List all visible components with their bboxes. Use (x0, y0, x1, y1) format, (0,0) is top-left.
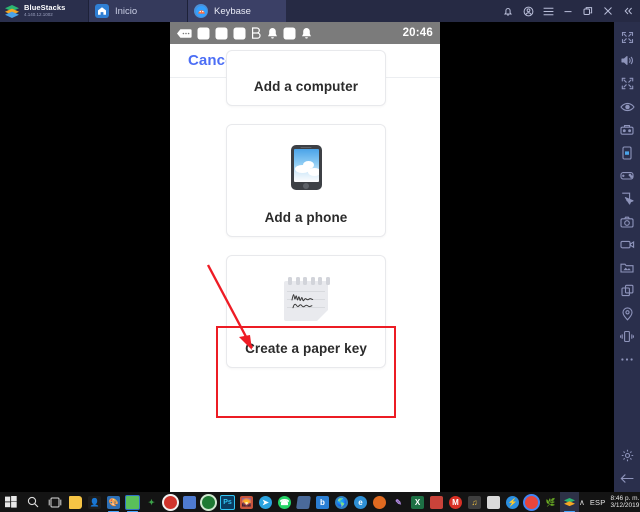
chat-icon[interactable] (180, 492, 199, 512)
connect-icon[interactable]: ✦ (142, 492, 161, 512)
shake-icon[interactable] (614, 325, 640, 348)
android-screen: 20:46 Cancel Add a computer Add a phone … (170, 22, 440, 492)
app-icon (197, 27, 210, 40)
language-indicator[interactable]: ESP (590, 498, 606, 507)
keymapping-icon[interactable] (614, 118, 640, 141)
adblock-icon[interactable] (199, 492, 218, 512)
flash-icon[interactable]: ⚡ (503, 492, 522, 512)
taskbar-apps: 👤 🎨 ✦ Ps 🌄 ➤ ☎ b 🌎 e ✎ X M ♫ ⚡ 🌿 (66, 492, 579, 512)
contacts-icon[interactable]: 👤 (85, 492, 104, 512)
bluestacks-brand: BlueStacks 4.140.12.1002 (0, 0, 88, 22)
plant-icon[interactable]: 🌿 (541, 492, 560, 512)
gamepad-icon[interactable] (614, 164, 640, 187)
media-player-icon[interactable]: ♫ (465, 492, 484, 512)
multi-instance-icon[interactable] (614, 279, 640, 302)
screen: BlueStacks 4.140.12.1002 Inicio Keybase (0, 0, 640, 512)
gmail-icon[interactable]: M (446, 492, 465, 512)
paint-icon[interactable]: 🎨 (104, 492, 123, 512)
task-view-icon[interactable] (44, 492, 66, 512)
tab-keybase-label: Keybase (214, 5, 251, 17)
bluestacks-titlebar: BlueStacks 4.140.12.1002 Inicio Keybase (0, 0, 640, 22)
device-icon[interactable] (614, 141, 640, 164)
tab-keybase[interactable]: Keybase (187, 0, 286, 22)
clock-date: 3/12/2019 (610, 502, 640, 509)
video-record-icon[interactable] (614, 233, 640, 256)
keybase-icon (194, 4, 208, 18)
paper-notepad-icon (284, 256, 330, 341)
bluestacks-icon[interactable] (560, 492, 579, 512)
taskbar-clock[interactable]: 8:46 p. m. 3/12/2019 (610, 495, 639, 510)
browser-b-icon[interactable]: b (313, 492, 332, 512)
titlebar-spacer (286, 0, 498, 22)
photoshop-icon[interactable]: Ps (218, 492, 237, 512)
close-button[interactable] (598, 0, 618, 22)
bell-icon (267, 27, 278, 40)
collapse-sidebar-button[interactable] (618, 0, 638, 22)
bluestacks-brand-name: BlueStacks (24, 3, 66, 13)
card-create-a-paper-key[interactable]: Create a paper key (226, 255, 386, 368)
tab-inicio[interactable]: Inicio (88, 0, 187, 22)
tray-expand-icon[interactable]: ∧ (579, 498, 585, 507)
account-icon[interactable] (518, 0, 538, 22)
status-bar-clock: 20:46 (402, 27, 433, 39)
folder-green-icon[interactable] (123, 492, 142, 512)
bluestacks-version: 4.140.12.1002 (24, 12, 53, 18)
fit-to-screen-icon[interactable] (614, 72, 640, 95)
telegram-icon[interactable]: ➤ (256, 492, 275, 512)
calculator-icon[interactable] (484, 492, 503, 512)
card-add-a-computer[interactable]: Add a computer (226, 50, 386, 106)
window-controls (498, 0, 640, 22)
location-icon[interactable] (614, 302, 640, 325)
search-icon[interactable] (22, 492, 44, 512)
app-icon (215, 27, 228, 40)
taskbar-system-buttons (0, 492, 66, 512)
screenshot-icon[interactable] (614, 210, 640, 233)
bluestacks-sidebar (614, 22, 640, 496)
start-button[interactable] (0, 492, 22, 512)
eye-icon[interactable] (614, 95, 640, 118)
notifications-icon[interactable] (498, 0, 518, 22)
clock-time: 8:46 p. m. (610, 494, 640, 502)
recorder-icon[interactable] (161, 492, 180, 512)
settings-gear-icon[interactable] (614, 444, 640, 467)
message-icon (177, 28, 192, 39)
notes-icon[interactable] (294, 492, 313, 512)
world-icon[interactable]: 🌎 (332, 492, 351, 512)
chrome-icon[interactable] (522, 492, 541, 512)
app-icon (283, 27, 296, 40)
minimize-button[interactable] (558, 0, 578, 22)
volume-icon[interactable] (614, 49, 640, 72)
home-icon (95, 4, 109, 18)
restore-button[interactable] (578, 0, 598, 22)
firefox-icon[interactable] (370, 492, 389, 512)
card-add-a-phone[interactable]: Add a phone (226, 124, 386, 237)
bell-icon (301, 27, 312, 40)
phone-icon (290, 125, 322, 210)
pictures-icon[interactable]: 🌄 (237, 492, 256, 512)
back-arrow-icon[interactable] (614, 467, 640, 490)
macro-icon[interactable] (614, 187, 640, 210)
card-add-a-computer-label: Add a computer (253, 79, 359, 94)
ccleaner-icon[interactable] (427, 492, 446, 512)
file-explorer-icon[interactable] (66, 492, 85, 512)
excel-icon[interactable]: X (408, 492, 427, 512)
taskbar-tray: ∧ ESP 8:46 p. m. 3/12/2019 (579, 495, 640, 510)
more-icon[interactable] (614, 348, 640, 371)
pen-icon[interactable]: ✎ (389, 492, 408, 512)
card-create-a-paper-key-label: Create a paper key (245, 341, 367, 356)
windows-taskbar: 👤 🎨 ✦ Ps 🌄 ➤ ☎ b 🌎 e ✎ X M ♫ ⚡ 🌿 ∧ ESP 8… (0, 492, 640, 512)
bluestacks-logo-icon (4, 4, 20, 18)
app-content: Add a computer Add a phone Create a pape… (170, 50, 440, 492)
app-icon (233, 27, 246, 40)
menu-icon[interactable] (538, 0, 558, 22)
card-add-a-phone-label: Add a phone (264, 210, 348, 225)
android-status-bar: 20:46 (170, 22, 440, 44)
tab-inicio-label: Inicio (115, 5, 138, 17)
b-icon (251, 26, 262, 40)
edge-icon[interactable]: e (351, 492, 370, 512)
media-manager-icon[interactable] (614, 256, 640, 279)
fullscreen-icon[interactable] (614, 26, 640, 49)
whatsapp-icon[interactable]: ☎ (275, 492, 294, 512)
